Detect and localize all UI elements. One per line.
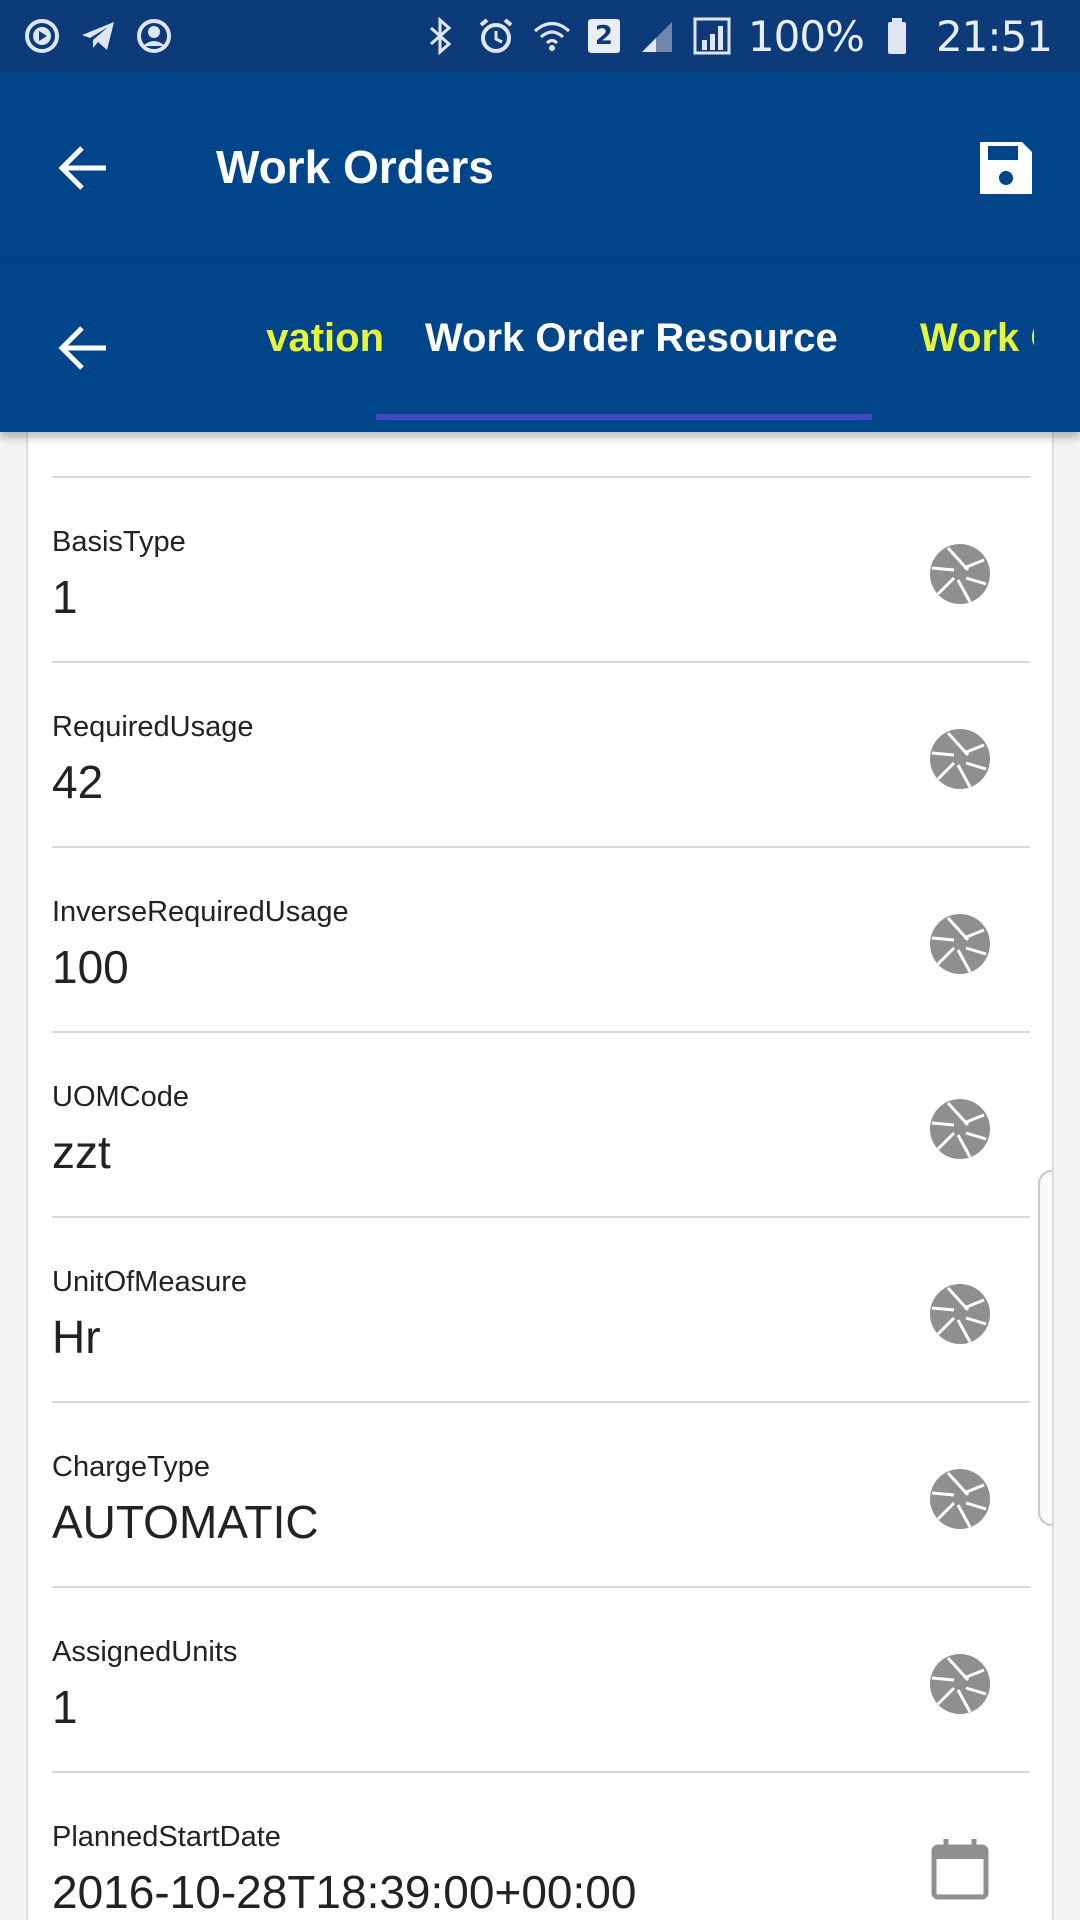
telegram-icon [78,16,118,56]
app-bar: Work Orders [0,72,1080,264]
sim-badge: 2 [587,19,620,53]
status-bar-right: 2 100% 21:51 [420,11,1053,61]
field-value: 100 [52,941,129,993]
tab-bar: vation Work Order Resource Work O [0,264,1080,432]
field-label: InverseRequiredUsage [52,896,349,928]
battery-icon [880,16,920,56]
field-value: 1 [52,571,78,623]
tab-previous[interactable]: vation [266,316,384,361]
play-circle-icon [22,16,62,56]
signal-icon [636,16,676,56]
field-label: UOMCode [52,1081,189,1113]
bluetooth-icon [420,16,460,56]
field-list: BasisType 1 RequiredUsage 42 InverseRequ… [52,476,1030,1920]
tab-work-order-resource[interactable]: Work Order Resource [425,316,838,361]
page-title: Work Orders [216,141,494,193]
wifi-icon [532,16,572,56]
battery-percent: 100% [747,11,865,61]
field-label: RequiredUsage [52,711,254,743]
back-button[interactable] [56,140,112,196]
field-row-uom-code[interactable]: UOMCode zzt [52,1031,1030,1216]
tab-strip: vation Work Order Resource Work O [210,264,1034,432]
field-row-required-usage[interactable]: RequiredUsage 42 [52,661,1030,846]
field-row-unit-of-measure[interactable]: UnitOfMeasure Hr [52,1216,1030,1401]
field-label: ChargeType [52,1451,210,1483]
field-row-inverse-required-usage[interactable]: InverseRequiredUsage 100 [52,846,1030,1031]
aperture-icon[interactable] [928,1652,992,1716]
save-button[interactable] [976,138,1036,198]
field-row-basis-type[interactable]: BasisType 1 [52,476,1030,661]
save-icon [980,142,1032,194]
alarm-icon [476,16,516,56]
tab-indicator [376,414,872,420]
aperture-icon[interactable] [928,1467,992,1531]
tab-back-button[interactable] [56,320,112,376]
aperture-icon[interactable] [928,727,992,791]
arrow-back-icon [58,326,106,370]
field-value: 42 [52,756,104,808]
field-value: AUTOMATIC [52,1496,319,1548]
status-bar-left [22,16,174,56]
clock: 21:51 [935,11,1053,61]
field-value: Hr [52,1311,101,1363]
aperture-icon[interactable] [928,1282,992,1346]
field-row-charge-type[interactable]: ChargeType AUTOMATIC [52,1401,1030,1586]
calendar-icon[interactable] [928,1837,992,1901]
aperture-icon[interactable] [928,1097,992,1161]
field-value: 2016-10-28T18:39:00+00:00 [52,1866,637,1918]
roaming-signal-icon [692,16,732,56]
field-label: AssignedUnits [52,1636,238,1668]
aperture-icon[interactable] [928,542,992,606]
field-label: UnitOfMeasure [52,1266,248,1298]
scrollbar-handle[interactable] [1038,1170,1052,1526]
field-value: zzt [52,1126,111,1178]
field-value: 1 [52,1681,78,1733]
status-bar: 2 100% 21:51 [0,0,1080,72]
aperture-icon[interactable] [928,912,992,976]
detail-card[interactable]: BasisType 1 RequiredUsage 42 InverseRequ… [26,432,1054,1920]
arrow-back-icon [58,146,106,190]
field-label: BasisType [52,526,186,558]
tab-next[interactable]: Work O [920,316,1034,361]
field-label: PlannedStartDate [52,1821,281,1853]
field-row-assigned-units[interactable]: AssignedUnits 1 [52,1586,1030,1771]
field-row-planned-start-date[interactable]: PlannedStartDate 2016-10-28T18:39:00+00:… [52,1771,1030,1920]
account-circle-icon [134,16,174,56]
